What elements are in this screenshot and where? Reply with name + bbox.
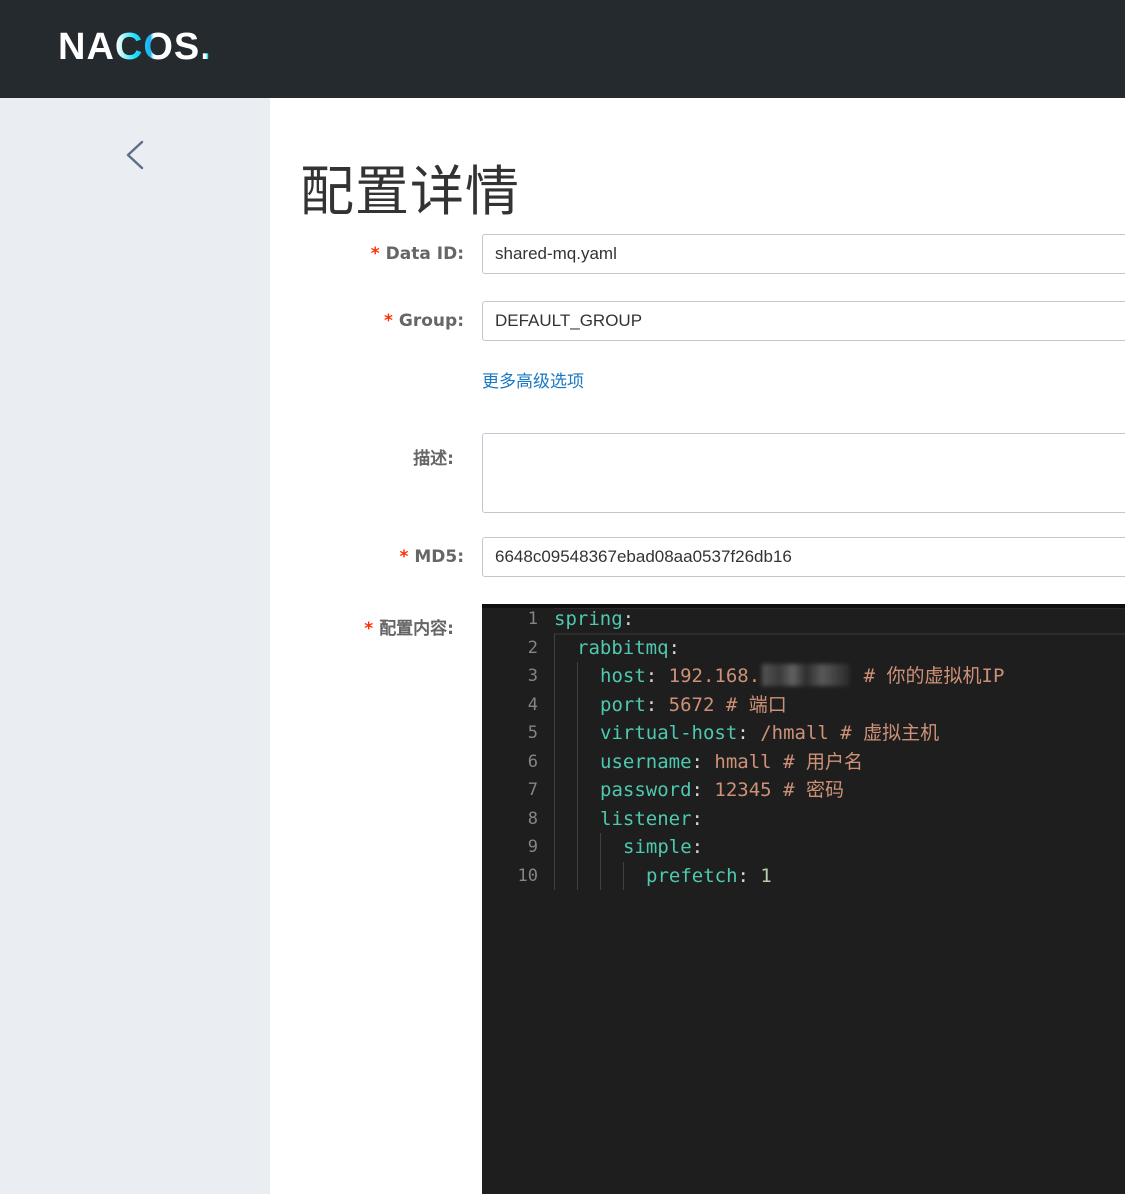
- line-number: 3: [527, 666, 538, 686]
- yaml-key: username: [600, 750, 692, 773]
- group-label: * Group:: [384, 311, 464, 331]
- line-number: 8: [527, 808, 538, 829]
- yaml-comment: # 你的虚拟机IP: [863, 665, 1005, 687]
- code-line: prefetch: 1: [646, 862, 772, 890]
- yaml-key: prefetch: [646, 864, 738, 887]
- yaml-key: host: [600, 665, 646, 687]
- required-mark: *: [364, 619, 374, 639]
- yaml-value: 192.168.: [668, 665, 761, 687]
- yaml-value: 1: [760, 864, 772, 887]
- yaml-colon: :: [737, 722, 749, 744]
- more-advanced-options-link[interactable]: 更多高级选项: [482, 367, 584, 392]
- line-number: 1: [527, 609, 538, 629]
- code-line: spring:: [554, 605, 634, 633]
- redacted-region: [762, 664, 851, 686]
- yaml-key: rabbitmq: [577, 636, 669, 659]
- yaml-colon: :: [668, 636, 680, 659]
- code-line: simple:: [623, 833, 703, 861]
- yaml-colon: :: [691, 836, 704, 858]
- yaml-key: simple: [623, 836, 692, 858]
- required-mark: *: [399, 547, 409, 567]
- yaml-colon: :: [645, 665, 658, 687]
- yaml-comment: # 虚拟主机: [840, 722, 940, 744]
- chevron-left-icon: [126, 140, 144, 170]
- line-number-gutter: 1 2 3 4 5 6 7 8 9 10: [482, 604, 554, 1194]
- logo-text: NACOS.: [58, 25, 212, 68]
- code-line: password: 12345 # 密码: [600, 776, 844, 804]
- yaml-key: virtual-host: [600, 722, 738, 744]
- md5-label: * MD5:: [399, 547, 464, 567]
- description-textarea[interactable]: [482, 433, 1125, 513]
- indent-guide: [600, 833, 601, 890]
- line-number: 4: [527, 694, 538, 715]
- line-number: 10: [517, 865, 538, 886]
- indent-guide: [577, 662, 578, 890]
- data-id-label: * Data ID:: [370, 244, 464, 264]
- yaml-key: spring: [554, 608, 623, 630]
- yaml-colon: :: [691, 750, 703, 773]
- yaml-comment: # 端口: [725, 693, 787, 716]
- yaml-colon: :: [691, 779, 703, 801]
- yaml-comment: # 密码: [783, 779, 844, 801]
- line-number: 2: [527, 637, 538, 658]
- yaml-colon: :: [737, 864, 749, 887]
- page-title: 配置详情: [300, 160, 520, 223]
- code-line: rabbitmq:: [577, 634, 680, 662]
- current-line-highlight: [554, 608, 1125, 635]
- yaml-key: listener: [600, 807, 692, 830]
- sidebar: [0, 98, 270, 1194]
- line-number: 7: [527, 780, 538, 800]
- yaml-key: port: [600, 693, 646, 716]
- yaml-value: /hmall: [760, 722, 829, 744]
- code-line: port: 5672 # 端口: [600, 691, 787, 719]
- yaml-value: 5672: [668, 693, 715, 716]
- code-line: virtual-host: /hmall # 虚拟主机: [600, 719, 939, 747]
- yaml-colon: :: [622, 608, 635, 630]
- nacos-logo[interactable]: NACOS.: [58, 25, 212, 69]
- code-line: username: hmall # 用户名: [600, 748, 863, 776]
- group-field[interactable]: DEFAULT_GROUP: [482, 301, 1125, 341]
- code-line: listener:: [600, 805, 703, 833]
- line-number: 9: [527, 837, 538, 857]
- yaml-colon: :: [645, 693, 658, 716]
- top-navbar: NACOS.: [0, 0, 1125, 98]
- code-line: host: 192.168. # 你的虚拟机IP: [600, 662, 1004, 690]
- data-id-field[interactable]: shared-mq.yaml: [482, 234, 1125, 274]
- content-label: * 配置内容:: [364, 619, 454, 639]
- yaml-value: 12345: [714, 779, 772, 801]
- yaml-key: password: [600, 779, 692, 801]
- required-mark: *: [370, 244, 380, 264]
- line-number: 6: [527, 751, 538, 772]
- back-button[interactable]: [120, 140, 150, 170]
- yaml-colon: :: [691, 807, 703, 830]
- code-editor[interactable]: 1 2 3 4 5 6 7 8 9 10 spring: rabbitmq: host: 192.16…: [482, 604, 1125, 1194]
- required-mark: *: [384, 311, 393, 331]
- indent-guide: [623, 861, 624, 890]
- md5-field[interactable]: 6648c09548367ebad08aa0537f26db16: [482, 537, 1125, 577]
- indent-guide: [554, 633, 555, 890]
- line-number: 5: [527, 723, 538, 743]
- yaml-value: hmall: [714, 750, 772, 773]
- description-label: 描述:: [413, 449, 454, 469]
- yaml-comment: # 用户名: [783, 750, 863, 773]
